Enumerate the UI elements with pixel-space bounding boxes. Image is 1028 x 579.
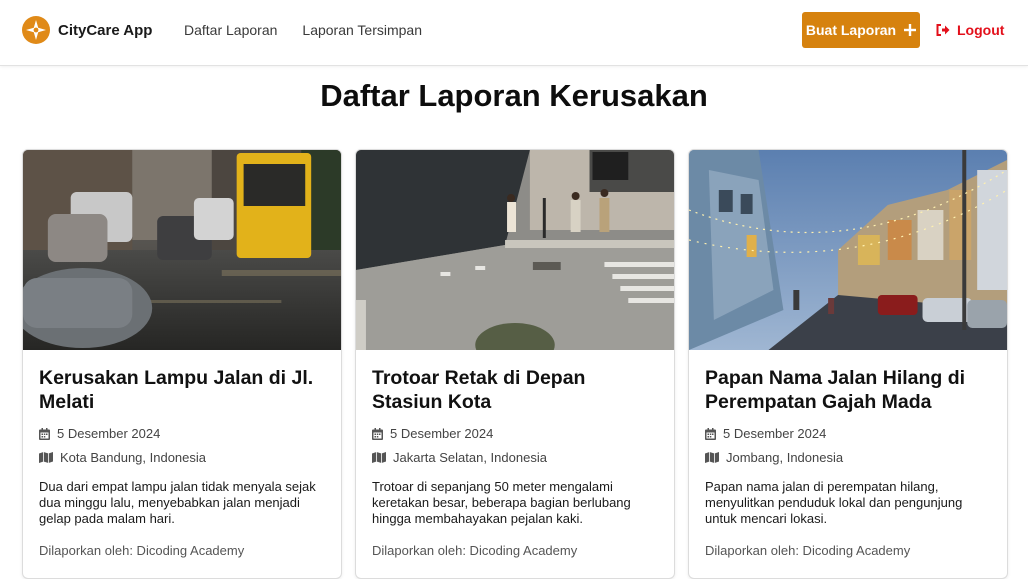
report-title[interactable]: Papan Nama Jalan Hilang di Perempatan Ga… [705, 366, 991, 416]
report-date-text: 5 Desember 2024 [57, 426, 161, 441]
report-date: 5 Desember 2024 [705, 426, 991, 441]
nav-links: Daftar Laporan Laporan Tersimpan [184, 22, 422, 38]
logout-icon [936, 24, 950, 36]
report-location-text: Jakarta Selatan, Indonesia [393, 450, 547, 465]
report-photo-crosswalk [356, 150, 674, 350]
page-title: Daftar Laporan Kerusakan [320, 78, 708, 113]
report-location-text: Jombang, Indonesia [726, 450, 844, 465]
report-location: Jakarta Selatan, Indonesia [372, 450, 658, 465]
report-reporter: Dilaporkan oleh: Dicoding Academy [705, 543, 911, 558]
calendar-icon [372, 427, 383, 440]
report-photo-street-traffic [23, 150, 341, 350]
report-description: Dua dari empat lampu jalan tidak menyala… [39, 479, 316, 526]
map-icon [39, 452, 53, 463]
report-card[interactable]: Papan Nama Jalan Hilang di Perempatan Ga… [688, 149, 1008, 579]
map-icon [372, 452, 386, 463]
report-card[interactable]: Trotoar Retak di Depan Stasiun Kota 5 De… [355, 149, 675, 579]
nav-link-laporan-tersimpan[interactable]: Laporan Tersimpan [302, 22, 422, 38]
report-date: 5 Desember 2024 [39, 426, 325, 441]
report-title[interactable]: Kerusakan Lampu Jalan di Jl. Melati [39, 366, 325, 416]
report-description: Trotoar di sepanjang 50 meter mengalami … [372, 479, 631, 526]
app-name: CityCare App [58, 21, 153, 39]
report-location: Kota Bandung, Indonesia [39, 450, 325, 465]
map-icon [705, 452, 719, 463]
nav-link-daftar-laporan[interactable]: Daftar Laporan [184, 22, 277, 38]
calendar-icon [705, 427, 716, 440]
report-photo-evening-street [689, 150, 1007, 350]
plus-icon [904, 24, 917, 36]
brand[interactable]: CityCare App [22, 16, 152, 44]
report-card[interactable]: Kerusakan Lampu Jalan di Jl. Melati 5 De… [22, 149, 342, 579]
report-date-text: 5 Desember 2024 [723, 426, 827, 441]
report-date-text: 5 Desember 2024 [390, 426, 494, 441]
calendar-icon [39, 427, 50, 440]
report-title[interactable]: Trotoar Retak di Depan Stasiun Kota [372, 366, 658, 416]
logout-button[interactable]: Logout [936, 22, 1004, 38]
navbar: CityCare App Daftar Laporan Laporan Ters… [0, 0, 1028, 66]
report-date: 5 Desember 2024 [372, 426, 658, 441]
create-report-label: Buat Laporan [805, 22, 897, 38]
compass-logo-icon [22, 16, 50, 44]
report-reporter: Dilaporkan oleh: Dicoding Academy [39, 543, 245, 558]
report-location: Jombang, Indonesia [705, 450, 991, 465]
report-location-text: Kota Bandung, Indonesia [60, 450, 207, 465]
logout-label: Logout [957, 22, 1005, 38]
create-report-button[interactable]: Buat Laporan [802, 12, 920, 48]
report-reporter: Dilaporkan oleh: Dicoding Academy [372, 543, 578, 558]
report-description: Papan nama jalan di perempatan hilang, m… [705, 479, 963, 526]
